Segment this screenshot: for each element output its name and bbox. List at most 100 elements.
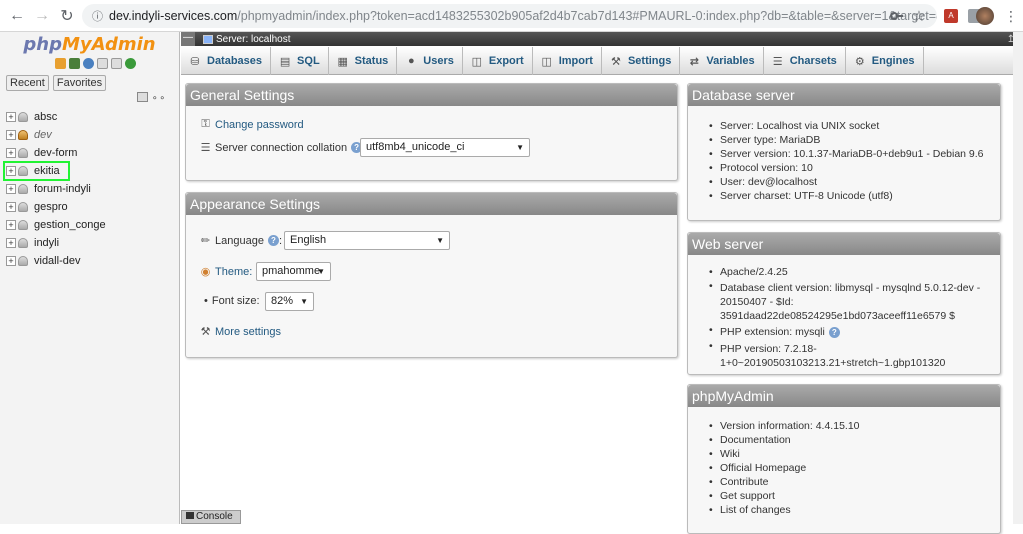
mysql-docs-icon[interactable] [111, 58, 122, 69]
database-icon [18, 202, 28, 212]
list-item: Protocol version: 10 [688, 161, 984, 175]
home-icon[interactable] [55, 58, 66, 69]
language-select[interactable]: English ▼ [284, 231, 450, 250]
db-tree-item[interactable]: + dev-form [6, 144, 176, 162]
expand-icon[interactable]: + [6, 148, 16, 158]
db-tree-item[interactable]: + gestion_conge [6, 216, 176, 234]
vertical-scrollbar[interactable] [1013, 32, 1023, 524]
get-support-link[interactable]: Get support [688, 489, 860, 503]
chevron-down-icon: ▼ [317, 267, 325, 276]
db-name[interactable]: gespro [34, 201, 68, 213]
address-bar[interactable]: ⓘ dev.indyli-services.com/phpmyadmin/ind… [82, 4, 937, 28]
tab-databases[interactable]: ⛁ Databases [181, 47, 272, 75]
tab-users[interactable]: ● Users [397, 47, 463, 75]
expand-icon[interactable]: + [6, 220, 16, 230]
server-icon [203, 34, 213, 44]
database-server-list: Server: Localhost via UNIX socket Server… [688, 119, 984, 203]
reload-icon[interactable]: ↻ [55, 4, 79, 28]
key-icon[interactable] [887, 6, 907, 26]
users-icon: ● [407, 55, 415, 67]
db-tree-item[interactable]: + dev [6, 126, 176, 144]
contribute-link[interactable]: Contribute [688, 475, 860, 489]
tab-engines[interactable]: ⚙ Engines [846, 47, 924, 75]
collation-icon: ☰ [200, 142, 211, 154]
official-homepage-link[interactable]: Official Homepage [688, 461, 860, 475]
collapse-all-icon[interactable] [137, 92, 148, 102]
database-icon [18, 256, 28, 266]
db-name[interactable]: dev [34, 129, 52, 141]
reload-navigation-icon[interactable] [125, 58, 136, 69]
tab-export[interactable]: ◫ Export [463, 47, 533, 75]
collapse-nav-icon[interactable]: — [181, 32, 195, 46]
db-tree-item[interactable]: + gespro [6, 198, 176, 216]
pdf-extension-icon[interactable]: A [941, 6, 961, 26]
web-server-panel: Web server Apache/2.4.25 Database client… [687, 232, 1001, 375]
wiki-link[interactable]: Wiki [688, 447, 860, 461]
tab-variables[interactable]: ⇄ Variables [680, 47, 764, 75]
info-icon[interactable]: ⓘ [92, 8, 103, 24]
more-settings-link[interactable]: More settings [215, 326, 281, 338]
help-icon[interactable]: ? [267, 235, 279, 246]
panel-title: General Settings [186, 84, 677, 106]
import-icon: ◫ [541, 55, 552, 68]
server-breadcrumb[interactable]: Server: localhost [216, 34, 290, 45]
url-path: /phpmyadmin/index.php?token=acd148325530… [237, 9, 937, 23]
change-password-link[interactable]: Change password [215, 119, 304, 131]
help-icon[interactable]: ? [828, 327, 840, 338]
recent-tab[interactable]: Recent [6, 75, 49, 91]
db-name[interactable]: dev-form [34, 147, 77, 159]
theme-select[interactable]: pmahomme ▼ [256, 262, 331, 281]
expand-icon[interactable]: + [6, 256, 16, 266]
tab-import[interactable]: ◫ Import [533, 47, 602, 75]
font-size-select[interactable]: 82% ▼ [265, 292, 314, 311]
db-name[interactable]: forum-indyli [34, 183, 91, 195]
expand-icon[interactable]: + [6, 202, 16, 212]
server-breadcrumb-bar: — Server: localhost ↥ [181, 32, 1023, 46]
kebab-menu-icon[interactable]: ⋮ [1001, 6, 1021, 26]
logout-icon[interactable] [69, 58, 80, 69]
collation-select[interactable]: utf8mb4_unicode_ci ▼ [360, 138, 530, 157]
panel-title: Web server [688, 233, 1000, 255]
back-arrow-icon[interactable]: ← [5, 4, 29, 28]
expand-icon[interactable]: + [6, 238, 16, 248]
tab-sql[interactable]: ▤ SQL [271, 47, 329, 75]
query-window-icon[interactable] [83, 58, 94, 69]
expand-icon[interactable]: + [6, 130, 16, 140]
db-tree-item[interactable]: + ekitia [3, 161, 176, 181]
browser-toolbar: ← → ↻ ⓘ dev.indyli-services.com/phpmyadm… [0, 0, 1023, 32]
phpmyadmin-logo[interactable]: phpMyAdmin [0, 34, 179, 56]
console-button[interactable]: Console [181, 510, 241, 524]
panel-title: Appearance Settings [186, 193, 677, 215]
db-name[interactable]: absc [34, 111, 57, 123]
db-name[interactable]: gestion_conge [34, 219, 106, 231]
db-tree-item[interactable]: + forum-indyli [6, 180, 176, 198]
db-tree-item[interactable]: + indyli [6, 234, 176, 252]
list-item: Server version: 10.1.37-MariaDB-0+deb9u1… [688, 147, 984, 161]
tab-settings[interactable]: ⚒ Settings [602, 47, 681, 75]
documentation-icon[interactable] [97, 58, 108, 69]
url-host: dev.indyli-services.com [109, 9, 238, 23]
database-group-icon [18, 130, 28, 140]
tab-charsets[interactable]: ☰ Charsets [764, 47, 846, 75]
tab-status[interactable]: ▦ Status [329, 47, 398, 75]
appearance-settings-panel: Appearance Settings ✏ Language ?: Englis… [185, 192, 678, 358]
bookmark-star-icon[interactable]: ☆ [909, 6, 929, 26]
collation-label: Server connection collation [215, 141, 348, 154]
db-name[interactable]: indyli [34, 237, 59, 249]
theme-label[interactable]: Theme: [215, 266, 252, 278]
favorites-tab[interactable]: Favorites [52, 75, 107, 91]
database-icon [18, 220, 28, 230]
db-name[interactable]: vidall-dev [34, 255, 80, 267]
documentation-link[interactable]: Documentation [688, 433, 860, 447]
expand-icon[interactable]: + [6, 184, 16, 194]
expand-icon[interactable]: + [6, 112, 16, 122]
db-tree-item[interactable]: + vidall-dev [6, 252, 176, 270]
main-content: General Settings ⚿ Change password ☰ Ser… [181, 76, 1023, 534]
collation-row: ☰ Server connection collation ?: [199, 141, 366, 155]
forward-arrow-icon[interactable]: → [30, 4, 54, 28]
avatar[interactable] [975, 6, 995, 26]
db-tree-item[interactable]: + absc [6, 108, 176, 126]
link-with-main-panel-icon[interactable]: ⚬⚬ [151, 93, 166, 104]
list-of-changes-link[interactable]: List of changes [688, 503, 860, 517]
sql-icon: ▤ [279, 55, 291, 68]
